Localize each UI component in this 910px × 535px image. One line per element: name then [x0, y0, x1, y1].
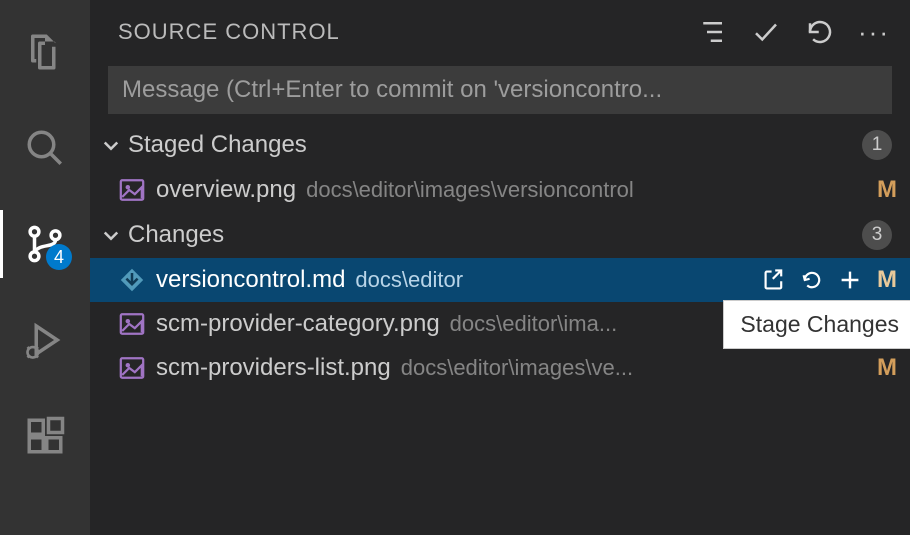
image-file-icon — [118, 176, 146, 204]
changes-file-row[interactable]: versioncontrol.md docs\editor — [90, 258, 910, 302]
section-staged-changes[interactable]: Staged Changes 1 — [90, 122, 910, 168]
plus-icon — [838, 268, 862, 292]
activity-extensions[interactable] — [0, 402, 90, 470]
scm-badge: 4 — [46, 244, 72, 270]
changes-file-row[interactable]: scm-providers-list.png docs\editor\image… — [90, 346, 910, 390]
source-control-panel: SOURCE CONTROL ··· — [90, 0, 910, 535]
panel-title: SOURCE CONTROL — [118, 19, 694, 45]
discard-icon — [800, 268, 824, 292]
file-path: docs\editor\images\ve... — [401, 355, 866, 381]
count-badge: 1 — [862, 130, 892, 160]
file-name: versioncontrol.md — [156, 266, 345, 294]
panel-actions: ··· — [694, 14, 900, 50]
extensions-icon — [24, 415, 66, 457]
activity-explorer[interactable] — [0, 18, 90, 86]
section-label: Changes — [128, 221, 862, 249]
refresh-button[interactable] — [802, 14, 838, 50]
discard-changes-button[interactable] — [796, 264, 828, 296]
file-row-actions — [758, 264, 866, 296]
staged-file-row[interactable]: overview.png docs\editor\images\versionc… — [90, 168, 910, 212]
commit-button[interactable] — [748, 14, 784, 50]
file-status: M — [874, 266, 900, 294]
activity-bar: 4 — [0, 0, 90, 535]
file-name: scm-providers-list.png — [156, 354, 391, 382]
section-changes[interactable]: Changes 3 — [90, 212, 910, 258]
commit-message-box: Message (Ctrl+Enter to commit on 'versio… — [108, 66, 892, 114]
open-file-icon — [762, 268, 786, 292]
files-icon — [24, 31, 66, 73]
markdown-file-icon — [118, 266, 146, 294]
file-name: overview.png — [156, 176, 296, 204]
file-status: M — [874, 354, 900, 382]
panel-header: SOURCE CONTROL ··· — [90, 0, 910, 60]
open-file-button[interactable] — [758, 264, 790, 296]
refresh-icon — [805, 17, 835, 47]
tooltip: Stage Changes — [723, 300, 910, 349]
more-actions-button[interactable]: ··· — [856, 14, 892, 50]
file-status: M — [874, 176, 900, 204]
chevron-down-icon — [98, 132, 124, 158]
debug-icon — [24, 319, 66, 361]
image-file-icon — [118, 310, 146, 338]
file-name: scm-provider-category.png — [156, 310, 440, 338]
activity-source-control[interactable]: 4 — [0, 210, 90, 278]
count-badge: 3 — [862, 220, 892, 250]
ellipsis-icon: ··· — [858, 27, 890, 37]
tree-icon — [697, 17, 727, 47]
stage-changes-button[interactable] — [834, 264, 866, 296]
section-label: Staged Changes — [128, 131, 862, 159]
file-path: docs\editor\images\versioncontrol — [306, 177, 866, 203]
image-file-icon — [118, 354, 146, 382]
view-as-tree-button[interactable] — [694, 14, 730, 50]
activity-search[interactable] — [0, 114, 90, 182]
check-icon — [751, 17, 781, 47]
commit-message-input[interactable]: Message (Ctrl+Enter to commit on 'versio… — [108, 66, 892, 114]
activity-debug[interactable] — [0, 306, 90, 374]
search-icon — [24, 127, 66, 169]
chevron-down-icon — [98, 222, 124, 248]
file-path: docs\editor — [355, 267, 752, 293]
